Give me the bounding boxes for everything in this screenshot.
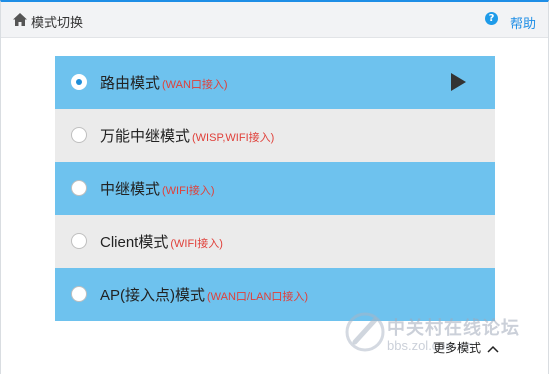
mode-option-router[interactable]: 路由模式 (WAN口接入) (55, 56, 495, 109)
play-icon[interactable] (451, 73, 466, 91)
mode-list: 路由模式 (WAN口接入) 万能中继模式 (WISP,WIFI接入) 中继模式 (WI… (55, 56, 495, 321)
mode-note: (WIFI接入) (170, 238, 223, 250)
home-icon (13, 13, 27, 26)
more-modes-toggle[interactable]: 更多模式 (433, 339, 499, 356)
radio-icon[interactable] (71, 74, 87, 90)
mode-switch-window: 模式切换 ? 帮助 路由模式 (WAN口接入) 万能中继模式 (WISP,WIFI接… (0, 0, 549, 374)
header-bar: 模式切换 ? 帮助 (1, 2, 548, 38)
watermark: 中关村在线论坛 bbs.zol.com.cn (341, 308, 547, 366)
mode-note: (WISP,WIFI接入) (192, 132, 275, 144)
radio-icon[interactable] (71, 127, 87, 143)
mode-name: AP(接入点)模式 (100, 287, 206, 304)
mode-option-client[interactable]: Client模式 (WIFI接入) (55, 215, 495, 268)
watermark-logo-icon (345, 312, 385, 352)
more-modes-label: 更多模式 (433, 341, 482, 355)
mode-name: 中继模式 (100, 181, 161, 198)
chevron-up-icon (487, 345, 499, 353)
radio-icon[interactable] (71, 233, 87, 249)
mode-option-repeater[interactable]: 中继模式 (WIFI接入) (55, 162, 495, 215)
page-title: 模式切换 (31, 15, 84, 30)
mode-name: Client模式 (100, 234, 169, 251)
mode-note: (WAN口/LAN口接入) (207, 291, 309, 303)
mode-name: 路由模式 (100, 75, 161, 92)
mode-note: (WAN口接入) (162, 79, 228, 91)
help-link[interactable]: 帮助 (510, 13, 536, 32)
mode-name: 万能中继模式 (100, 128, 191, 145)
radio-icon[interactable] (71, 286, 87, 302)
mode-note: (WIFI接入) (162, 185, 215, 197)
help-icon[interactable]: ? (485, 12, 498, 25)
radio-icon[interactable] (71, 180, 87, 196)
mode-option-wisp[interactable]: 万能中继模式 (WISP,WIFI接入) (55, 109, 495, 162)
watermark-name: 中关村在线论坛 (387, 318, 520, 339)
